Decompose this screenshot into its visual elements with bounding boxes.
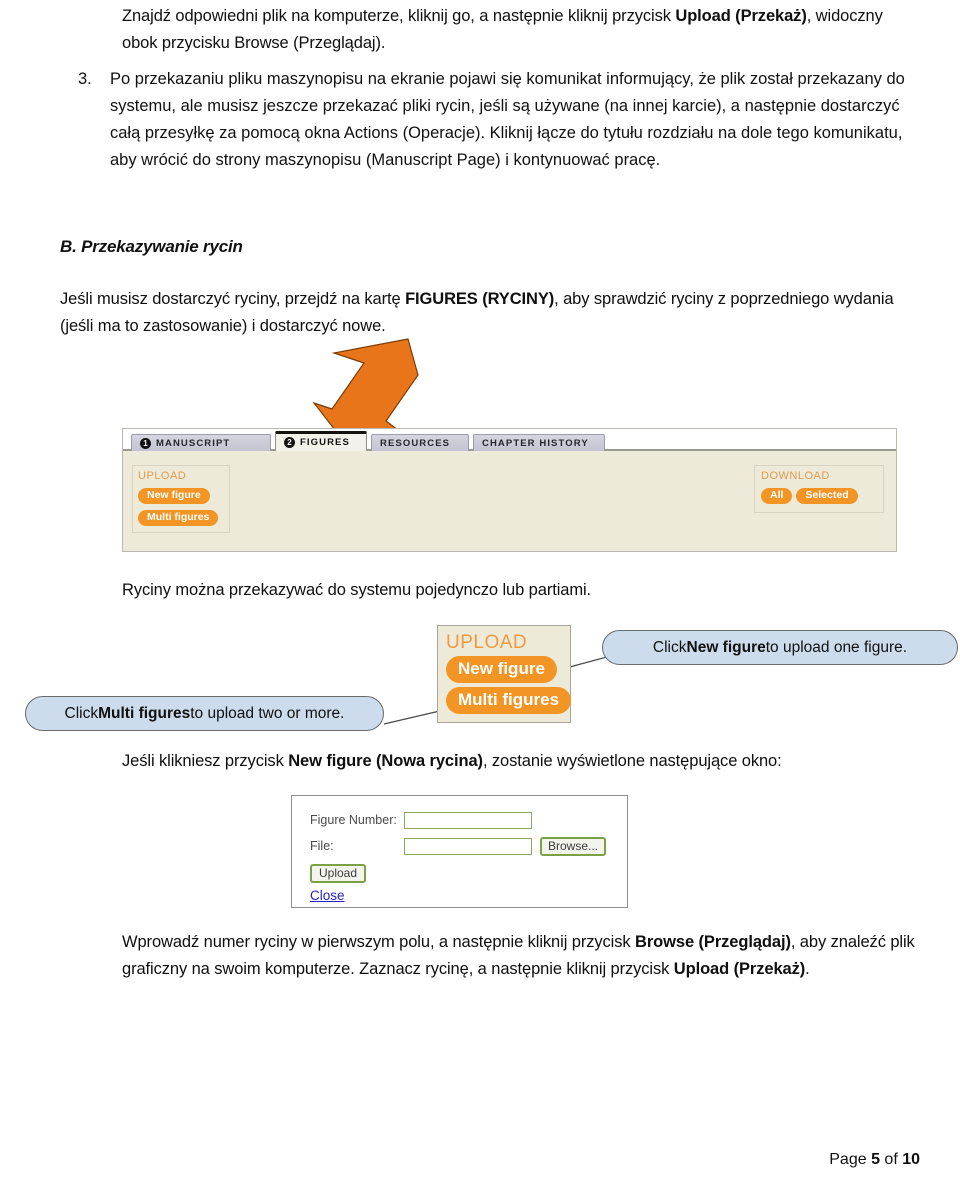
tab-bar: 1 MANUSCRIPT 2 FIGURES RESOURCES CHAPTER… xyxy=(123,429,896,451)
tab-chapter-history[interactable]: CHAPTER HISTORY xyxy=(473,434,605,451)
download-group-label: DOWNLOAD xyxy=(761,470,830,482)
footer-prefix: Page xyxy=(829,1151,872,1168)
dialog-actions: Upload xyxy=(310,862,627,883)
callout-right-bold: New figure xyxy=(686,638,766,656)
tab-figures-label: FIGURES xyxy=(300,437,350,448)
tab-manuscript[interactable]: 1 MANUSCRIPT xyxy=(131,434,271,451)
multi-figures-button-zoomed[interactable]: Multi figures xyxy=(446,687,572,714)
figure-number-label: Figure Number: xyxy=(310,813,397,827)
section-heading: B. Przekazywanie rycin xyxy=(60,237,243,256)
list-item-text: Po przekazaniu pliku maszynopisu na ekra… xyxy=(110,70,905,169)
browse-button[interactable]: Browse... xyxy=(540,836,607,856)
callout-new-figure: Click New figure to upload one figure. xyxy=(602,630,958,665)
closing-bold-browse: Browse (Przeglądaj) xyxy=(635,933,791,951)
caption-b-text-2: , zostanie wyświetlone następujące okno: xyxy=(482,752,782,770)
intro-text-1: Znajdź odpowiedni plik na komputerze, kl… xyxy=(122,7,676,25)
figure-number-input[interactable] xyxy=(404,811,532,829)
upload-group: UPLOAD New figure Multi figures xyxy=(132,465,230,533)
file-row: File: Browse... xyxy=(310,836,627,856)
tab-figures[interactable]: 2 FIGURES xyxy=(275,431,367,451)
tab-badge-2: 2 xyxy=(284,437,295,448)
download-all-button[interactable]: All xyxy=(761,488,793,504)
tab-chapter-history-label: CHAPTER HISTORY xyxy=(482,437,589,449)
footer-total-pages: 10 xyxy=(902,1151,920,1168)
closing-text-1: Wprowadź numer ryciny w pierwszym polu, … xyxy=(122,933,636,951)
download-selected-button[interactable]: Selected xyxy=(796,488,858,504)
callout-right-text-2: to upload one figure. xyxy=(765,638,908,656)
orange-arrow-icon xyxy=(300,337,430,442)
upload-zoom-label: UPLOAD xyxy=(446,632,528,653)
upload-group-label: UPLOAD xyxy=(138,470,187,482)
tab-resources-label: RESOURCES xyxy=(380,437,451,449)
figure-number-row: Figure Number: xyxy=(310,810,627,830)
tab-resources[interactable]: RESOURCES xyxy=(371,434,469,451)
figures-panel-body: UPLOAD New figure Multi figures DOWNLOAD… xyxy=(123,451,896,551)
tab-badge-1: 1 xyxy=(140,437,151,449)
new-figure-button-zoomed[interactable]: New figure xyxy=(446,656,557,683)
footer-page-number: 5 xyxy=(871,1151,880,1168)
download-buttons-row: All Selected xyxy=(761,485,877,507)
app-screenshot-panel: 1 MANUSCRIPT 2 FIGURES RESOURCES CHAPTER… xyxy=(122,428,897,552)
section-bold-figures: FIGURES (RYCINY) xyxy=(405,290,555,308)
footer-middle: of xyxy=(879,1151,903,1168)
callout-multi-figures: Click Multi figures to upload two or mor… xyxy=(25,696,384,731)
caption-figures-upload: Ryciny można przekazywać do systemu poje… xyxy=(122,581,592,599)
intro-paragraph: Znajdź odpowiedni plik na komputerze, kl… xyxy=(122,3,922,57)
callout-right-text-1: Click xyxy=(652,638,687,656)
callout-left-text-1: Click xyxy=(64,704,99,722)
caption-new-figure-dialog: Jeśli klikniesz przycisk New figure (Now… xyxy=(122,748,942,775)
closing-text-3: . xyxy=(805,960,810,978)
list-item-number: 3. xyxy=(78,70,92,88)
intro-bold-upload: Upload (Przekaż) xyxy=(675,7,807,25)
section-paragraph: Jeśli musisz dostarczyć ryciny, przejdź … xyxy=(60,286,922,340)
file-label: File: xyxy=(310,839,334,853)
callout-left-bold: Multi figures xyxy=(98,704,191,722)
new-figure-button[interactable]: New figure xyxy=(138,488,210,504)
upload-group-zoomed: UPLOAD New figure Multi figures xyxy=(437,625,572,723)
close-link[interactable]: Close xyxy=(310,888,345,903)
page-footer: Page 5 of 10 xyxy=(829,1151,920,1169)
callout-left-text-2: to upload two or more. xyxy=(190,704,345,722)
closing-bold-upload: Upload (Przekaż) xyxy=(673,960,806,978)
multi-figures-button[interactable]: Multi figures xyxy=(138,510,219,526)
download-group: DOWNLOAD All Selected xyxy=(754,465,884,513)
upload-button[interactable]: Upload xyxy=(310,864,367,883)
numbered-list-item: 3. Po przekazaniu pliku maszynopisu na e… xyxy=(74,66,922,174)
section-text-1: Jeśli musisz dostarczyć ryciny, przejdź … xyxy=(60,290,406,308)
file-input[interactable] xyxy=(404,837,532,855)
tab-manuscript-label: MANUSCRIPT xyxy=(156,437,231,449)
closing-paragraph: Wprowadź numer ryciny w pierwszym polu, … xyxy=(122,929,922,983)
caption-b-text-1: Jeśli klikniesz przycisk xyxy=(122,752,289,770)
caption-b-bold: New figure (Nowa rycina) xyxy=(288,752,483,770)
figure-upload-dialog: Figure Number: File: Browse... Upload Cl… xyxy=(291,795,628,908)
